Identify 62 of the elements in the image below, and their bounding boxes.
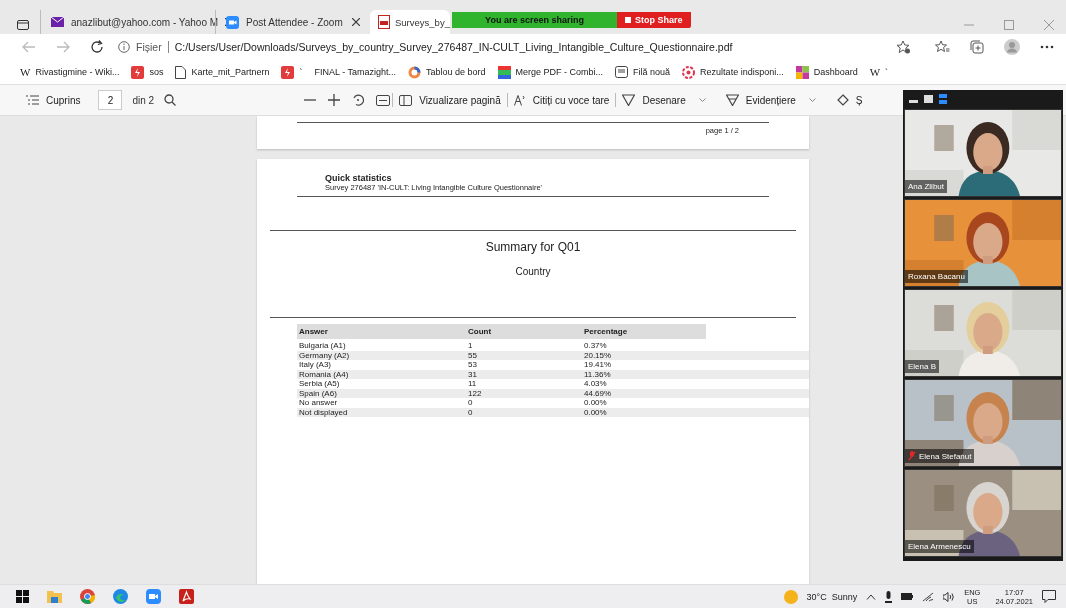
browser-tab[interactable]: Surveys_by_ — [370, 10, 450, 34]
bookmark-link[interactable]: Filă nouă — [615, 66, 671, 78]
page-number-field[interactable]: 2 — [98, 90, 123, 110]
weather-text[interactable]: 30°C Sunny — [806, 591, 858, 602]
summary-title: Summary for Q01 — [484, 240, 582, 254]
question-title: Country — [514, 266, 552, 277]
url-text: C:/Users/User/Downloads/Surveys_by_country_Survey_276487_IN-CULT_Living_Intangible_Culture_Questionnaire.pdf — [174, 41, 733, 53]
screen-sharing-banner: You are screen sharing — [452, 12, 617, 28]
table-cell-text: Serbia (A5) — [299, 379, 341, 389]
bookmark-link[interactable]: sos — [131, 65, 164, 79]
bookmark-link[interactable]: Dashboard — [795, 65, 858, 79]
table-cell-text: 53 — [468, 360, 478, 370]
participant-name: Elena B — [908, 362, 937, 371]
table-cell-text: 44.69% — [584, 388, 613, 398]
participant-name: Elena Armenescu — [908, 542, 971, 551]
table-cell-text: 11.36% — [584, 369, 612, 379]
bookmark-link[interactable]: W ` — [869, 66, 889, 78]
draw-button[interactable]: Desenare — [618, 94, 710, 106]
table-cell-text: Romania (A4) — [299, 369, 350, 379]
table-cell-text: 0 — [468, 407, 474, 417]
wikipedia-w-icon: W — [869, 66, 881, 78]
table-cell-text: 0.00% — [584, 407, 608, 417]
bookmark-link[interactable]: Merge PDF - Combi... — [497, 65, 604, 79]
table-cell-text: 1 — [468, 341, 474, 351]
participant-name: Ana Zlibut — [908, 182, 945, 191]
table-cell-text: 0 — [468, 398, 474, 408]
bookmark-link[interactable]: ` — [281, 65, 303, 79]
table-cell-text: 55 — [468, 350, 478, 360]
bookmark-link[interactable]: Tablou de bord — [408, 65, 486, 79]
table-cell-text: 20.15% — [584, 350, 613, 360]
participant-name: Elena Stefanut — [919, 451, 972, 461]
bookmark-link[interactable]: Karte_mit_Partnern — [175, 65, 270, 79]
bookmark-link[interactable]: FINAL - Tamazight... — [314, 67, 396, 77]
page-view-button[interactable]: Vizualizare pagină — [395, 94, 505, 106]
table-cell-text: 4.03% — [584, 379, 608, 389]
participant-name: Roxana Bacanu — [908, 272, 965, 281]
stop-share-button[interactable]: Stop Share — [617, 12, 691, 28]
table-cell-text: 0.37% — [584, 341, 608, 351]
page-total-label: din 2 — [132, 94, 155, 106]
table-cell-text: No answer — [299, 398, 339, 408]
read-aloud-button[interactable]: Citiți cu voce tare — [509, 94, 614, 106]
column-header: Count — [468, 327, 493, 336]
bookmark-link[interactable]: W Rivastigmine - Wiki... — [20, 66, 120, 78]
column-header: Percentage — [584, 327, 629, 336]
table-cell-text: Spain (A6) — [299, 388, 338, 398]
file-scheme-label: Fișier — [136, 41, 162, 53]
erase-button[interactable]: Ș — [831, 94, 867, 106]
table-cell-text: 0.00% — [584, 398, 608, 408]
table-cell-text: 31 — [468, 369, 478, 379]
highlight-button[interactable]: Evidențiere — [721, 94, 820, 106]
table-cell-text: Germany (A2) — [299, 350, 351, 360]
table-cell-text: Not displayed — [299, 407, 349, 417]
bookmark-link[interactable]: Rezultate indisponi... — [682, 65, 784, 79]
table-cell-text: 11 — [468, 379, 478, 389]
table-cell-text: Bulgaria (A1) — [299, 341, 347, 351]
contents-button[interactable]: Cuprins — [22, 94, 85, 106]
table-cell-text: 19.41% — [584, 360, 613, 370]
table-cell-text: 122 — [468, 388, 483, 398]
document-heading: Quick statistics — [325, 173, 393, 183]
wikipedia-w-icon: W — [20, 66, 31, 78]
table-cell-text: Italy (A3) — [299, 360, 332, 370]
column-header: Answer — [299, 327, 329, 336]
